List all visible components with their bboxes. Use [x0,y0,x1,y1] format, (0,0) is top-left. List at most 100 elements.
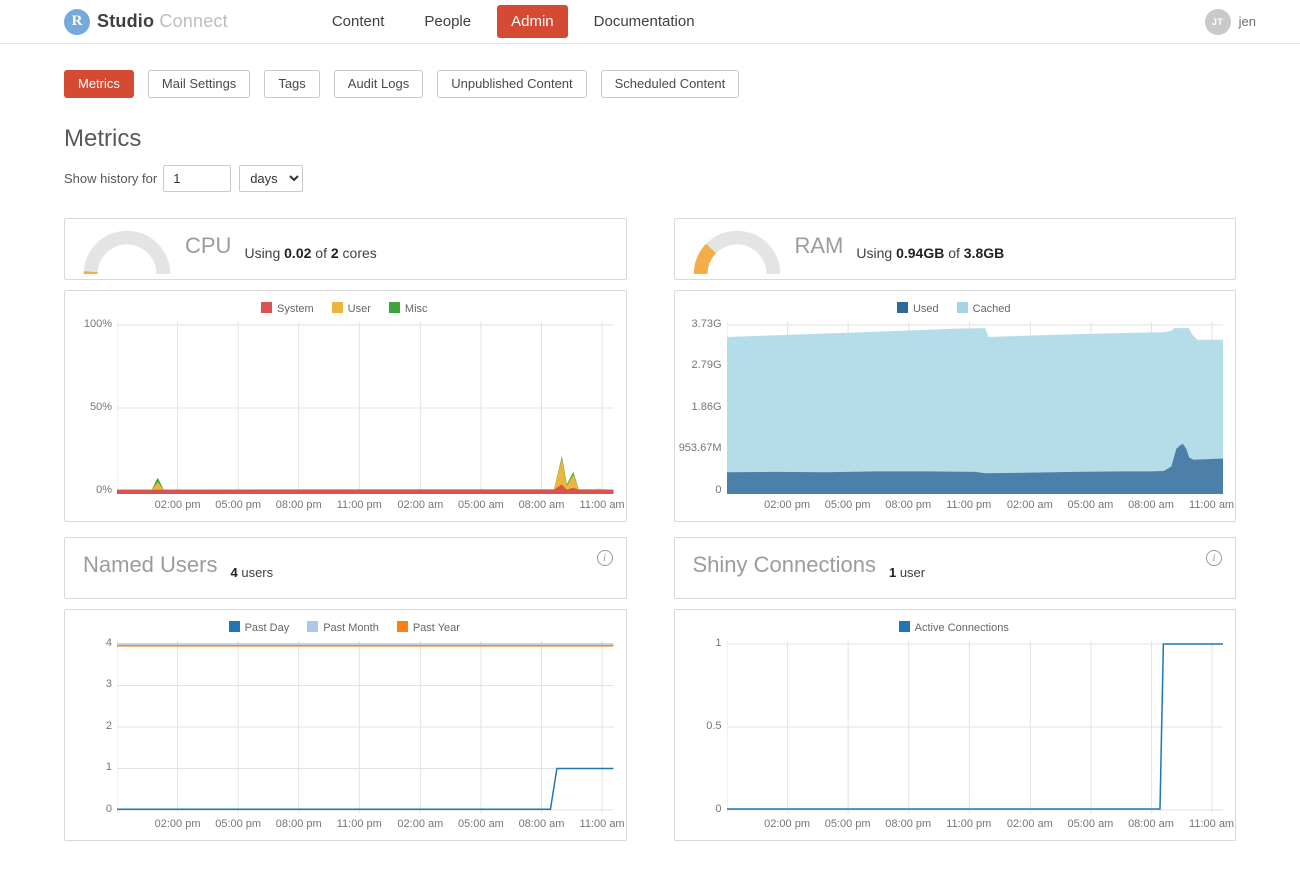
nav-people[interactable]: People [410,5,485,38]
x-tick-label: 11:00 am [1189,818,1234,830]
ram-usage-text: Using 0.94GB of 3.8GB [856,245,1004,261]
x-tick-label: 02:00 pm [155,818,201,830]
legend-item: Past Day [229,621,290,634]
y-tick-label: 0 [715,484,721,496]
page-container: Metrics Mail Settings Tags Audit Logs Un… [0,70,1300,886]
user-name: jen [1239,14,1256,29]
main-nav: Content People Admin Documentation [318,5,721,38]
x-tick-label: 11:00 am [580,499,625,511]
tab-metrics[interactable]: Metrics [64,70,134,98]
x-tick-label: 08:00 pm [885,499,931,511]
x-tick-label: 02:00 am [397,818,443,830]
named-users-chart-panel: Past DayPast MonthPast Year 43210 02:00 … [64,609,627,841]
tab-audit-logs[interactable]: Audit Logs [334,70,423,98]
info-icon[interactable]: i [597,550,613,566]
y-tick-label: 2 [106,720,112,732]
cpu-title: CPU [185,235,231,257]
legend-swatch [397,621,408,632]
named-users-count-label: users [241,565,273,580]
named-users-count: 4 users [230,565,273,580]
y-tick-label: 2.79G [692,359,722,371]
nav-documentation[interactable]: Documentation [580,5,709,38]
r-logo-icon: R [64,9,90,35]
y-tick-label: 50% [90,401,112,413]
x-tick-label: 08:00 pm [276,818,322,830]
tab-scheduled-content[interactable]: Scheduled Content [601,70,740,98]
history-label: Show history for [64,171,157,186]
shiny-connections-card: Shiny Connections 1 user i [674,537,1237,599]
legend-swatch [229,621,240,632]
legend-item: Past Year [397,621,460,634]
y-tick-label: 0 [106,803,112,815]
x-tick-label: 08:00 pm [276,499,322,511]
x-tick-label: 05:00 am [458,818,504,830]
named-users-chart-plot [117,641,614,813]
x-tick-label: 05:00 am [458,499,504,511]
nav-admin[interactable]: Admin [497,5,568,38]
metrics-grid: CPU Using 0.02 of 2 cores RAM Using 0.94… [64,218,1236,856]
y-tick-label: 953.67M [679,442,722,454]
x-tick-label: 05:00 pm [825,499,871,511]
y-tick-label: 1 [106,761,112,773]
x-tick-label: 11:00 pm [337,499,382,511]
y-tick-label: 3.73G [692,318,722,330]
x-tick-label: 08:00 am [1128,499,1174,511]
brand-text: Studio Connect [97,11,228,32]
cpu-chart-plot [117,322,614,494]
legend-swatch [389,302,400,313]
ram-chart-panel: UsedCached 3.73G2.79G1.86G953.67M0 02:00… [674,290,1237,522]
x-tick-label: 05:00 pm [215,818,261,830]
cpu-chart-panel: SystemUserMisc 100%50%0% 02:00 pm05:00 p… [64,290,627,522]
info-icon[interactable]: i [1206,550,1222,566]
legend-swatch [261,302,272,313]
legend-item: Misc [389,302,428,315]
y-tick-label: 4 [106,637,112,649]
shiny-connections-count-value: 1 [889,565,896,580]
shiny-connections-chart-y-axis: 10.50 [685,641,727,813]
ram-chart-x-axis: 02:00 pm05:00 pm08:00 pm11:00 pm02:00 am… [727,494,1224,515]
x-tick-label: 11:00 pm [337,818,382,830]
legend-swatch [307,621,318,632]
history-unit-select[interactable]: days [239,165,303,192]
named-users-card: Named Users 4 users i [64,537,627,599]
y-tick-label: 0 [715,803,721,815]
legend-swatch [332,302,343,313]
y-tick-label: 1 [715,637,721,649]
shiny-connections-title: Shiny Connections [693,554,876,576]
tab-tags[interactable]: Tags [264,70,319,98]
x-tick-label: 02:00 pm [764,818,810,830]
tab-unpublished-content[interactable]: Unpublished Content [437,70,586,98]
y-tick-label: 0.5 [706,720,721,732]
x-tick-label: 02:00 pm [764,499,810,511]
page-title: Metrics [64,125,1236,153]
shiny-connections-chart-plot [727,641,1224,813]
x-tick-label: 11:00 am [1189,499,1234,511]
cpu-usage-prefix: Using [244,245,280,261]
shiny-connections-chart-legend: Active Connections [685,621,1224,634]
legend-swatch [957,302,968,313]
named-users-title: Named Users [83,554,217,576]
legend-item: Past Month [307,621,379,634]
shiny-connections-count: 1 user [889,565,925,580]
named-users-chart-y-axis: 43210 [75,641,117,813]
x-tick-label: 08:00 am [519,818,565,830]
shiny-connections-chart-panel: Active Connections 10.50 02:00 pm05:00 p… [674,609,1237,841]
tab-mail-settings[interactable]: Mail Settings [148,70,250,98]
x-tick-label: 11:00 am [580,818,625,830]
cpu-usage-total: 2 [331,245,339,261]
user-menu[interactable]: JT jen [1205,9,1256,35]
nav-content[interactable]: Content [318,5,399,38]
legend-item: System [261,302,314,315]
history-controls: Show history for days [64,165,1236,192]
x-tick-label: 05:00 pm [215,499,261,511]
ram-gauge [691,227,783,275]
x-tick-label: 05:00 am [1067,499,1113,511]
cpu-card: CPU Using 0.02 of 2 cores [64,218,627,280]
app-logo[interactable]: R Studio Connect [64,9,228,35]
x-tick-label: 02:00 am [397,499,443,511]
legend-swatch [899,621,910,632]
history-value-input[interactable] [163,165,231,192]
cpu-chart-x-axis: 02:00 pm05:00 pm08:00 pm11:00 pm02:00 am… [117,494,614,515]
cpu-usage-mid: of [315,245,327,261]
shiny-connections-count-label: user [900,565,925,580]
